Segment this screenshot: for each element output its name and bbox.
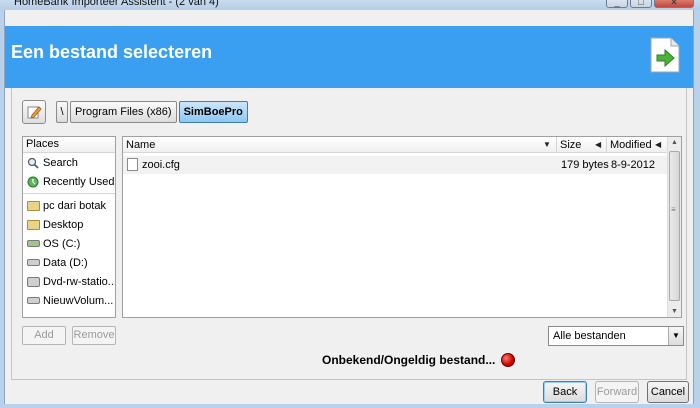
forward-button[interactable]: Forward [595,381,639,403]
places-header[interactable]: Places [23,137,115,153]
file-name-cell: zooi.cfg [127,158,180,171]
breadcrumb-root-button[interactable]: \ [56,101,68,123]
import-file-icon [650,37,680,73]
sort-left-icon: ◀ [595,140,602,149]
scroll-up-icon[interactable]: ▲ [671,139,678,146]
add-button[interactable]: Add [22,326,66,345]
status-message: Onbekend/Ongeldig bestand... [322,353,516,367]
place-os-c[interactable]: OS (C:) [23,234,115,253]
title-bar: HomeBank Importeer Assistent - (2 van 4)… [0,0,700,10]
file-size: 179 bytes [561,159,609,171]
sort-left-icon: ◀ [655,140,662,149]
place-label: NieuwVolum... [43,294,114,307]
place-label: Desktop [43,218,84,231]
drive-icon [26,294,40,308]
place-nieuwvolume[interactable]: NieuwVolum... [23,291,115,310]
place-data-d[interactable]: Data (D:) [23,253,115,272]
close-button[interactable]: ✕ [654,0,694,8]
places-pane: Places Search Recently Used pc dari bota… [22,136,116,318]
breadcrumb-simboepro[interactable]: SimBoePro [178,101,248,123]
places-divider [23,193,115,194]
place-dvd-rw[interactable]: Dvd-rw-statio... [23,272,115,291]
back-button[interactable]: Back [543,381,587,403]
column-header-size[interactable]: Size ◀ [557,137,607,153]
folder-icon [26,199,40,213]
column-name-label: Name [126,139,156,151]
drive-icon [26,256,40,270]
place-label: Recently Used [43,175,115,188]
status-text: Onbekend/Ongeldig bestand... [322,353,496,367]
scroll-thumb[interactable] [669,151,680,301]
table-row[interactable]: zooi.cfg 179 bytes 8-9-2012 [123,156,667,174]
scroll-down-icon[interactable]: ▼ [671,308,678,315]
page-title: Een bestand selecteren [11,42,213,62]
vertical-scrollbar[interactable]: ▲ ≡ ▼ [667,137,681,317]
breadcrumb: \ Program Files (x86) SimBoePro [56,101,248,123]
chevron-down-icon[interactable]: ▼ [668,327,683,345]
file-filter-value: Alle bestanden [553,330,626,342]
minimize-button[interactable]: _ [606,0,628,8]
file-modified: 8-9-2012 [611,159,656,171]
breadcrumb-program-files[interactable]: Program Files (x86) [70,101,177,123]
window-controls: _ □ ✕ [606,0,694,8]
column-size-label: Size [560,139,582,151]
remove-button[interactable]: Remove [72,326,116,345]
pencil-icon [27,106,42,119]
place-label: Dvd-rw-statio... [43,275,115,288]
place-label: Data (D:) [43,256,88,269]
dialog-window: Een bestand selecteren \ Program Files (… [4,10,694,404]
place-label: pc dari botak [43,199,106,212]
maximize-button[interactable]: □ [630,0,652,8]
window-title: HomeBank Importeer Assistent - (2 van 4) [14,0,219,8]
grip-icon: ≡ [671,205,676,214]
content-area: \ Program Files (x86) SimBoePro Places S… [11,88,687,380]
place-recently-used[interactable]: Recently Used [23,172,115,191]
sort-down-icon: ▼ [543,140,551,149]
file-name: zooi.cfg [142,158,180,171]
place-search[interactable]: Search [23,153,115,172]
folder-icon [26,218,40,232]
optical-drive-icon [26,275,40,289]
file-filter-select[interactable]: Alle bestanden ▼ [548,326,684,346]
column-header-name[interactable]: Name ▼ [123,137,557,153]
place-desktop[interactable]: Desktop [23,215,115,234]
cancel-button[interactable]: Cancel [647,381,689,403]
header-banner: Een bestand selecteren [5,26,693,88]
error-indicator-icon [501,353,516,367]
column-header-modified[interactable]: Modified ◀ [607,137,667,153]
column-modified-label: Modified [610,139,652,151]
drive-icon [26,237,40,251]
recent-icon [26,175,40,189]
place-label: OS (C:) [43,237,81,250]
search-icon [26,156,40,170]
place-pc-dari-botak[interactable]: pc dari botak [23,196,115,215]
file-list-header: Name ▼ Size ◀ Modified ◀ [123,137,667,153]
file-list: Name ▼ Size ◀ Modified ◀ zooi.cfg 179 by… [122,136,682,318]
edit-location-button[interactable] [22,100,46,124]
place-label: Search [43,156,78,169]
file-icon [127,158,138,171]
